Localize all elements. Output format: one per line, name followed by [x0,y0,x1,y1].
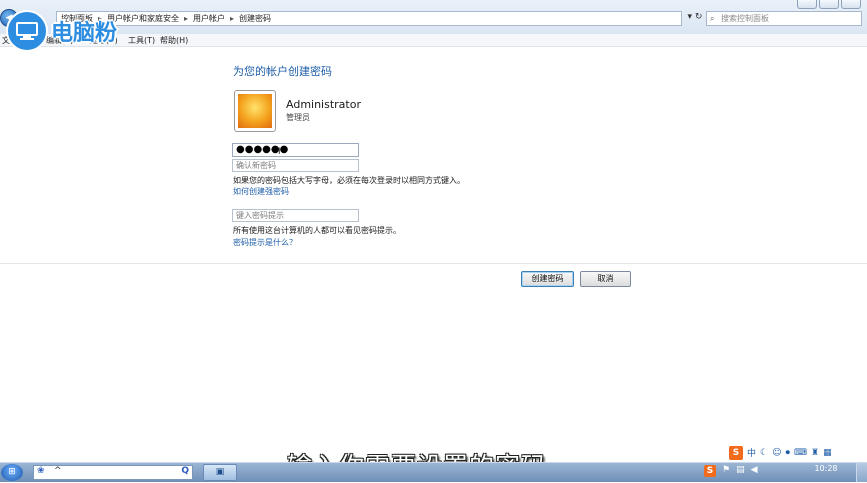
create-password-button[interactable]: 创建密码 [521,271,574,287]
system-tray: S ⚑ ▤ ◀ [704,465,758,477]
sogou-tray-icon[interactable]: S [704,465,716,477]
window-controls [797,0,861,9]
minimize-button[interactable] [797,0,817,9]
smile-icon[interactable]: ☺ [772,448,781,458]
chevron-right-icon: ▸ [230,14,235,23]
address-bar: ◀ 控制面板 ▸ 用户帐户和家庭安全 ▸ 用户帐户 ▸ 创建密码 ▾ ↻ ⌕ 搜… [0,0,867,35]
watermark-text: 电脑粉 [51,21,118,46]
maximize-button[interactable] [819,0,839,9]
grid-icon[interactable]: ▦ [823,448,832,458]
chevron-right-icon: ▸ [184,14,189,23]
hint-help-link[interactable]: 密码提示是什么？ [233,237,297,248]
ime-mode[interactable]: 中 [747,446,756,459]
menu-tools[interactable]: 工具(T) [128,35,155,46]
search-input[interactable]: ⌕ 搜索控制面板 [706,11,862,26]
keyboard-icon[interactable]: ⌨ [794,448,807,458]
taskbar-search[interactable]: ❀ ^ Q [33,465,193,480]
chevron-up-icon: ^ [54,466,62,476]
search-icon: ⌕ [710,14,715,23]
strong-password-link[interactable]: 如何创建强密码 [233,186,289,197]
computer-icon [6,10,48,52]
flower-picture-icon [238,94,272,128]
ime-toolbar: S 中 ☾ ☺ ⏺ ⌨ ♜ ▦ [729,444,865,461]
hint-note: 所有使用这台计算机的人都可以看见密码提示。 [233,226,401,235]
refresh-icon[interactable]: ▾ ↻ [684,12,706,26]
moon-icon[interactable]: ☾ [760,448,768,458]
page-title: 为您的帐户创建密码 [233,65,332,78]
watermark-logo: 电脑粉 [6,10,117,52]
search-icon[interactable]: Q [181,466,189,476]
close-button[interactable] [841,0,861,9]
breadcrumb-item[interactable]: 用户帐户和家庭安全 [107,13,179,24]
volume-icon[interactable]: ◀ [751,465,758,477]
text-cursor-icon: Ι [278,147,281,157]
divider [0,263,867,264]
sogou-icon[interactable]: S [729,445,743,460]
breadcrumb[interactable]: 控制面板 ▸ 用户帐户和家庭安全 ▸ 用户帐户 ▸ 创建密码 [56,11,682,26]
paw-icon: ❀ [37,466,45,476]
breadcrumb-item[interactable]: 用户帐户 [193,13,225,24]
caps-note: 如果您的密码包括大写字母，必须在每次登录时以相同方式键入。 [233,176,465,185]
taskbar-app-control-panel[interactable]: ▣ [203,464,237,481]
search-placeholder: 搜索控制面板 [721,14,769,23]
menu-help[interactable]: 帮助(H) [160,35,188,46]
breadcrumb-item[interactable]: 创建密码 [239,13,271,24]
avatar [234,90,276,132]
start-button[interactable]: ⊞ [1,464,23,481]
mic-icon[interactable]: ⏺ [785,448,790,458]
user-role: 管理员 [286,113,310,122]
network-icon[interactable]: ▤ [736,465,745,477]
menu-bar: 文件(F) 编辑(E) 查看(V) 工具(T) 帮助(H) [0,34,867,47]
new-password-field[interactable]: ●●●●●● [232,143,359,157]
taskbar: ⊞ ❀ ^ Q ▣ S ⚑ ▤ ◀ 10:28 [0,462,867,482]
password-hint-field[interactable]: 键入密码提示 [232,209,359,222]
shirt-icon[interactable]: ♜ [811,448,819,458]
user-name: Administrator [286,98,361,111]
show-desktop-button[interactable] [856,463,867,482]
clock[interactable]: 10:28 [812,464,840,473]
flag-icon[interactable]: ⚑ [722,465,730,477]
confirm-password-field[interactable]: 确认新密码 [232,159,359,172]
cancel-button[interactable]: 取消 [580,271,631,287]
